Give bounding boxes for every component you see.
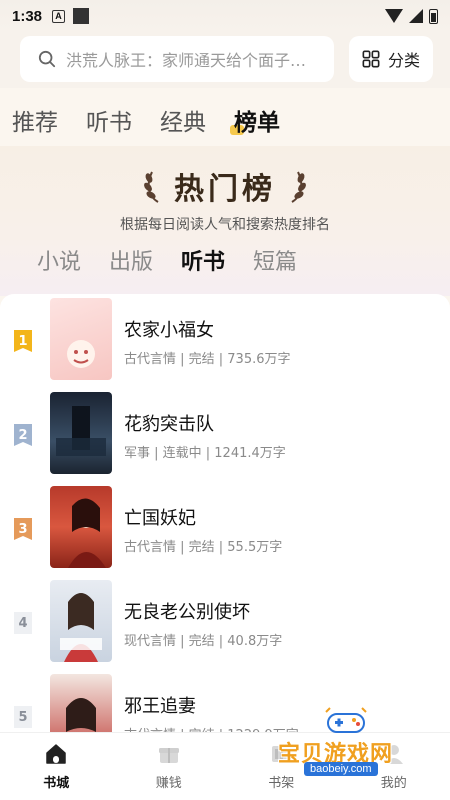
book-meta: 古代言情 | 完结 | 55.5万字 xyxy=(124,540,283,555)
book-meta: 军事 | 连载中 | 1241.4万字 xyxy=(124,446,286,461)
notification-square-icon xyxy=(73,8,90,24)
watermark: 宝贝游戏网 baobeiy.com xyxy=(268,706,428,780)
top-bar: 洪荒人脉王：家师通天给个面子… 分类 xyxy=(0,32,450,88)
search-placeholder: 洪荒人脉王：家师通天给个面子… xyxy=(66,51,307,70)
rank-badge: 4 xyxy=(14,612,32,634)
book-cover xyxy=(50,392,112,474)
hot-title-row: 热门榜 xyxy=(0,164,450,208)
nav-bookstore-label: 书城 xyxy=(43,776,70,791)
subtab-published[interactable]: 出版 xyxy=(109,244,153,276)
hot-title: 热门榜 xyxy=(174,172,276,207)
cover-art xyxy=(56,406,106,456)
main-tabs: 推荐 听书 经典 榜单 xyxy=(0,96,450,144)
book-title: 农家小福女 xyxy=(124,320,214,341)
book-cover xyxy=(50,486,112,568)
ranking-subtabs: 小说 出版 听书 短篇 xyxy=(37,244,297,276)
rank-badge: 2 xyxy=(14,424,32,446)
book-cover xyxy=(50,298,112,380)
subtab-audiobooks[interactable]: 听书 xyxy=(181,244,225,276)
subtab-novels[interactable]: 小说 xyxy=(37,244,81,276)
home-icon xyxy=(46,744,66,764)
rank-badge: 5 xyxy=(14,706,32,728)
book-title: 亡国妖妃 xyxy=(124,508,196,529)
book-cover xyxy=(50,674,112,734)
book-cover xyxy=(50,580,112,662)
cover-art xyxy=(66,698,96,732)
book-title: 邪王追妻 xyxy=(124,696,196,717)
ranking-list: 1 农家小福女 古代言情 | 完结 | 735.6万字 2 花豹突击队 军事 |… xyxy=(0,294,450,734)
search-icon xyxy=(38,50,56,68)
laurel-right-icon xyxy=(291,171,306,203)
book-title: 花豹突击队 xyxy=(124,414,214,435)
book-title: 无良老公别使坏 xyxy=(124,602,250,623)
cover-art xyxy=(60,593,102,662)
tab-classics[interactable]: 经典 xyxy=(160,103,206,137)
list-item[interactable]: 1 农家小福女 古代言情 | 完结 | 735.6万字 xyxy=(0,296,450,390)
signal-icon xyxy=(409,9,423,23)
status-time: 1:38 xyxy=(12,7,43,25)
notification-a-icon: A xyxy=(52,9,66,23)
list-item[interactable]: 3 亡国妖妃 古代言情 | 完结 | 55.5万字 xyxy=(0,484,450,578)
wifi-icon xyxy=(385,9,403,23)
nav-earn-label: 赚钱 xyxy=(155,776,182,791)
subtab-short-stories[interactable]: 短篇 xyxy=(253,244,297,276)
laurel-left-icon xyxy=(144,171,159,203)
cover-art xyxy=(68,498,106,568)
book-meta: 古代言情 | 完结 | 735.6万字 xyxy=(124,352,291,367)
hot-subtitle: 根据每日阅读人气和搜索热度排名 xyxy=(120,217,330,233)
tab-rankings[interactable]: 榜单 xyxy=(230,103,280,137)
tab-audiobooks[interactable]: 听书 xyxy=(86,103,132,137)
tab-recommend[interactable]: 推荐 xyxy=(12,103,58,137)
status-bar: 1:38 A xyxy=(0,0,450,32)
search-bar[interactable]: 洪荒人脉王：家师通天给个面子… xyxy=(20,36,334,82)
book-meta: 现代言情 | 完结 | 40.8万字 xyxy=(124,634,283,649)
cover-art xyxy=(67,340,95,368)
rank-badge: 3 xyxy=(14,518,32,540)
hot-ranking-header: 热门榜 根据每日阅读人气和搜索热度排名 小说 出版 听书 短篇 xyxy=(0,146,450,296)
rank-badge: 1 xyxy=(14,330,32,352)
watermark-url: baobeiy.com xyxy=(304,762,378,776)
nav-bookstore[interactable]: 书城 xyxy=(0,733,113,800)
grid-icon xyxy=(362,50,380,68)
category-button[interactable]: 分类 xyxy=(349,36,433,82)
list-item[interactable]: 4 无良老公别使坏 现代言情 | 完结 | 40.8万字 xyxy=(0,578,450,672)
battery-icon xyxy=(429,8,438,24)
game-controller-icon xyxy=(325,707,367,733)
nav-earn[interactable]: 赚钱 xyxy=(113,733,226,800)
gift-icon xyxy=(158,748,179,763)
category-label: 分类 xyxy=(387,51,420,70)
list-item[interactable]: 2 花豹突击队 军事 | 连载中 | 1241.4万字 xyxy=(0,390,450,484)
